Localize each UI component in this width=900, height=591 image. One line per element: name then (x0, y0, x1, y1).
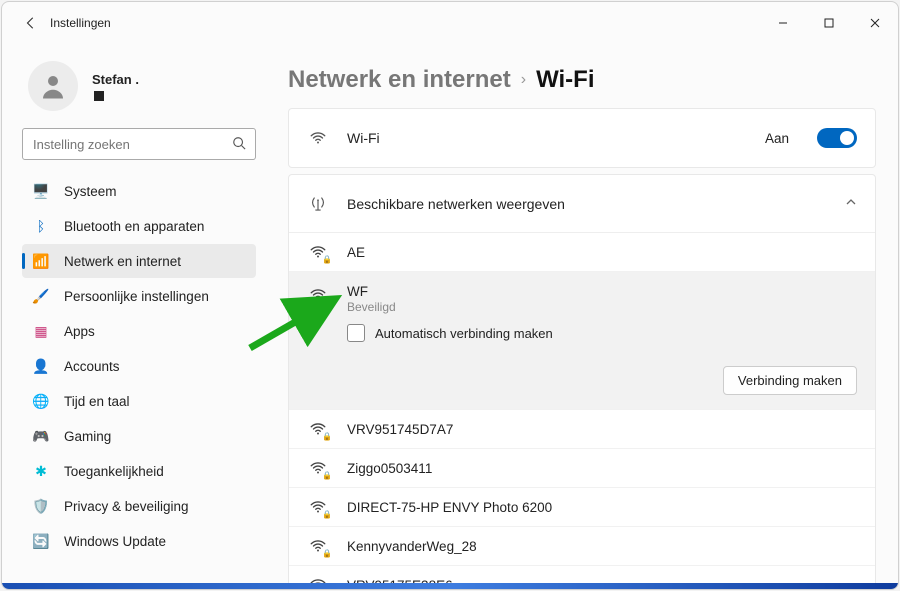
lock-icon: 🔒 (322, 471, 332, 480)
sidebar-item-label: Bluetooth en apparaten (64, 219, 204, 234)
chevron-up-icon (845, 195, 857, 213)
wifi-secured-icon: 🔒 (307, 498, 329, 516)
lock-icon: 🔒 (322, 255, 332, 264)
network-item[interactable]: 🔒 WFBeveiligd Automatisch verbinding maken… (289, 272, 875, 410)
connect-button[interactable]: Verbinding maken (723, 366, 857, 395)
user-status-icon (94, 91, 104, 101)
wifi-secured-icon: 🔒 (307, 243, 329, 261)
back-button[interactable] (16, 16, 46, 30)
lock-icon: 🔒 (322, 432, 332, 441)
minimize-button[interactable] (760, 7, 806, 39)
clock-icon: 🌐 (32, 392, 50, 410)
lock-icon: 🔒 (322, 298, 332, 307)
sidebar-item-label: Accounts (64, 359, 120, 374)
wifi-toggle-row[interactable]: Wi-Fi Aan (289, 109, 875, 167)
sidebar-item-label: Persoonlijke instellingen (64, 289, 209, 304)
lock-icon: 🔒 (322, 549, 332, 558)
wifi-icon (307, 129, 329, 147)
network-item[interactable]: 🔒 KennyvanderWeg_28 (289, 527, 875, 566)
network-subtitle: Beveiligd (347, 300, 857, 314)
user-name: Stefan . (92, 72, 139, 87)
system-icon: 🖥️ (32, 182, 50, 200)
sidebar-item-apps[interactable]: ▦ Apps (22, 314, 256, 348)
search-icon (232, 136, 246, 155)
user-block[interactable]: Stefan . (22, 54, 256, 118)
network-list: 🔒 AE 🔒 WFBeveiligd Automatisch verbinding ma… (289, 233, 875, 589)
sidebar-item-label: Toegankelijkheid (64, 464, 164, 479)
network-item[interactable]: 🔒 AE (289, 233, 875, 272)
sidebar-item-privacy[interactable]: 🛡️ Privacy & beveiliging (22, 489, 256, 523)
wifi-status: Aan (765, 131, 789, 146)
network-name: KennyvanderWeg_28 (347, 539, 857, 554)
network-name: VRV951745D7A7 (347, 422, 857, 437)
sidebar-item-label: Tijd en taal (64, 394, 130, 409)
available-networks-label: Beschikbare netwerken weergeven (347, 196, 827, 212)
search-wrap (22, 128, 256, 160)
gaming-icon: 🎮 (32, 427, 50, 445)
sidebar-item-label: Windows Update (64, 534, 166, 549)
maximize-button[interactable] (806, 7, 852, 39)
window-controls (760, 7, 898, 39)
sidebar-item-label: Systeem (64, 184, 117, 199)
network-name: DIRECT-75-HP ENVY Photo 6200 (347, 500, 857, 515)
auto-connect-label: Automatisch verbinding maken (375, 326, 553, 341)
auto-connect-checkbox[interactable] (347, 324, 365, 342)
titlebar: Instellingen (2, 2, 898, 44)
wifi-secured-icon: 🔒 (307, 420, 329, 438)
chevron-right-icon: › (521, 71, 526, 89)
sidebar-item-personalization[interactable]: 🖌️ Persoonlijke instellingen (22, 279, 256, 313)
taskbar-hint (2, 583, 898, 589)
antenna-icon (307, 195, 329, 213)
nav: 🖥️ Systeem ᛒ Bluetooth en apparaten 📶 Netwe… (22, 174, 256, 558)
sidebar-item-gaming[interactable]: 🎮 Gaming (22, 419, 256, 453)
bluetooth-icon: ᛒ (32, 217, 50, 235)
apps-icon: ▦ (32, 322, 50, 340)
sidebar-item-accounts[interactable]: 👤 Accounts (22, 349, 256, 383)
wifi-icon: 📶 (32, 252, 50, 270)
lock-icon: 🔒 (322, 510, 332, 519)
sidebar-item-label: Netwerk en internet (64, 254, 181, 269)
main-content: Netwerk en internet › Wi-Fi Wi-Fi Aan (272, 44, 898, 589)
search-input[interactable] (22, 128, 256, 160)
sidebar-item-accessibility[interactable]: ✱ Toegankelijkheid (22, 454, 256, 488)
page-title: Wi-Fi (536, 66, 594, 94)
sidebar-item-label: Privacy & beveiliging (64, 499, 189, 514)
brush-icon: 🖌️ (32, 287, 50, 305)
network-name: WF (347, 284, 857, 299)
sidebar-item-network[interactable]: 📶 Netwerk en internet (22, 244, 256, 278)
person-icon (38, 71, 68, 101)
accounts-icon: 👤 (32, 357, 50, 375)
network-name: Ziggo0503411 (347, 461, 857, 476)
network-name: AE (347, 245, 857, 260)
wifi-secured-icon: 🔒 (307, 537, 329, 555)
network-item[interactable]: 🔒 Ziggo0503411 (289, 449, 875, 488)
wifi-toggle[interactable] (817, 128, 857, 148)
close-button[interactable] (852, 7, 898, 39)
wifi-secured-icon: 🔒 (307, 459, 329, 477)
update-icon: 🔄 (32, 532, 50, 550)
sidebar-item-label: Apps (64, 324, 95, 339)
wifi-secured-icon: 🔒 (307, 286, 329, 304)
breadcrumb: Netwerk en internet › Wi-Fi (288, 52, 876, 108)
accessibility-icon: ✱ (32, 462, 50, 480)
settings-window: Instellingen Stefan . (1, 1, 899, 590)
sidebar-item-bluetooth[interactable]: ᛒ Bluetooth en apparaten (22, 209, 256, 243)
available-networks-header[interactable]: Beschikbare netwerken weergeven (289, 175, 875, 233)
breadcrumb-parent[interactable]: Netwerk en internet (288, 66, 511, 94)
avatar (28, 61, 78, 111)
available-networks-card: Beschikbare netwerken weergeven 🔒 AE 🔒 WFBe… (288, 174, 876, 589)
sidebar: Stefan . 🖥️ Systeem ᛒ Bluetooth en apparat… (2, 44, 272, 589)
network-item[interactable]: 🔒 DIRECT-75-HP ENVY Photo 6200 (289, 488, 875, 527)
window-title: Instellingen (46, 16, 760, 30)
sidebar-item-time[interactable]: 🌐 Tijd en taal (22, 384, 256, 418)
sidebar-item-label: Gaming (64, 429, 111, 444)
wifi-toggle-card: Wi-Fi Aan (288, 108, 876, 168)
shield-icon: 🛡️ (32, 497, 50, 515)
sidebar-item-system[interactable]: 🖥️ Systeem (22, 174, 256, 208)
sidebar-item-update[interactable]: 🔄 Windows Update (22, 524, 256, 558)
network-item[interactable]: 🔒 VRV951745D7A7 (289, 410, 875, 449)
wifi-label: Wi-Fi (347, 130, 747, 146)
